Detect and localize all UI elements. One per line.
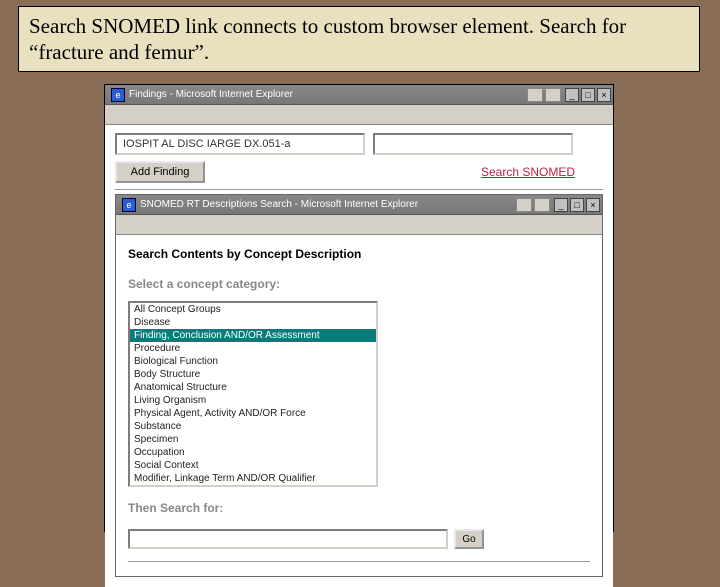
toolbar-icon	[534, 198, 550, 212]
minimize-icon[interactable]: _	[565, 88, 579, 102]
search-snomed-link[interactable]: Search SNOMED	[481, 165, 575, 179]
category-option[interactable]: Body Structure	[130, 368, 376, 381]
category-option[interactable]: Specimen	[130, 433, 376, 446]
caption-text: Search SNOMED link connects to custom br…	[29, 14, 626, 64]
category-option[interactable]: Finding, Conclusion AND/OR Assessment	[130, 329, 376, 342]
diagnosis-field[interactable]: IOSPIT AL DISC IARGE DX.051-a	[115, 133, 365, 155]
search-by-prefix: Search Contents by	[128, 247, 244, 261]
screenshot-region: e Findings - Microsoft Internet Explorer…	[104, 84, 614, 532]
outer-titlebar-extra	[527, 88, 561, 102]
maximize-icon[interactable]: □	[570, 198, 584, 212]
category-option[interactable]: Substance	[130, 420, 376, 433]
category-option[interactable]: Disease	[130, 316, 376, 329]
category-option[interactable]: All Concept Groups	[130, 303, 376, 316]
search-by-concept: Concept Description	[244, 247, 361, 261]
category-option[interactable]: Biological Function	[130, 355, 376, 368]
minimize-icon[interactable]: _	[554, 198, 568, 212]
outer-toolbar	[105, 105, 613, 125]
inner-body: Search Contents by Concept Description S…	[116, 235, 602, 576]
category-option[interactable]: Social Context	[130, 459, 376, 472]
outer-titlebar: e Findings - Microsoft Internet Explorer…	[105, 85, 613, 105]
inner-titlebar-extra	[516, 198, 550, 212]
search-contents-label: Search Contents by Concept Description	[128, 245, 590, 263]
close-icon[interactable]: ×	[597, 88, 611, 102]
select-category-label: Select a concept category:	[128, 277, 590, 291]
toolbar-icon	[527, 88, 543, 102]
inner-window-title: SNOMED RT Descriptions Search - Microsof…	[140, 199, 418, 210]
category-option[interactable]: Modifier, Linkage Term AND/OR Qualifier	[130, 472, 376, 485]
toolbar-icon	[545, 88, 561, 102]
add-finding-button[interactable]: Add Finding	[115, 161, 205, 183]
category-option[interactable]: Occupation	[130, 446, 376, 459]
secondary-field[interactable]	[373, 133, 573, 155]
category-option[interactable]: Physical Agent, Activity AND/OR Force	[130, 407, 376, 420]
search-input[interactable]	[128, 529, 448, 549]
inner-toolbar	[116, 215, 602, 235]
then-search-label: Then Search for:	[128, 501, 590, 515]
outer-window-title: Findings - Microsoft Internet Explorer	[129, 89, 293, 100]
close-icon[interactable]: ×	[586, 198, 600, 212]
ie-icon: e	[122, 198, 136, 212]
category-listbox[interactable]: All Concept GroupsDiseaseFinding, Conclu…	[128, 301, 378, 487]
toolbar-icon	[516, 198, 532, 212]
inner-titlebar: e SNOMED RT Descriptions Search - Micros…	[116, 195, 602, 215]
category-option[interactable]: Procedure	[130, 342, 376, 355]
ie-icon: e	[111, 88, 125, 102]
maximize-icon[interactable]: □	[581, 88, 595, 102]
slide-caption: Search SNOMED link connects to custom br…	[18, 6, 700, 72]
diagnosis-value: IOSPIT AL DISC IARGE DX.051-a	[123, 138, 291, 150]
go-button[interactable]: Go	[454, 529, 484, 549]
outer-body: IOSPIT AL DISC IARGE DX.051-a Add Findin…	[105, 125, 613, 587]
category-option[interactable]: Living Organism	[130, 394, 376, 407]
inner-window: e SNOMED RT Descriptions Search - Micros…	[115, 194, 603, 577]
separator	[115, 189, 603, 190]
category-option[interactable]: Anatomical Structure	[130, 381, 376, 394]
separator	[128, 561, 590, 562]
